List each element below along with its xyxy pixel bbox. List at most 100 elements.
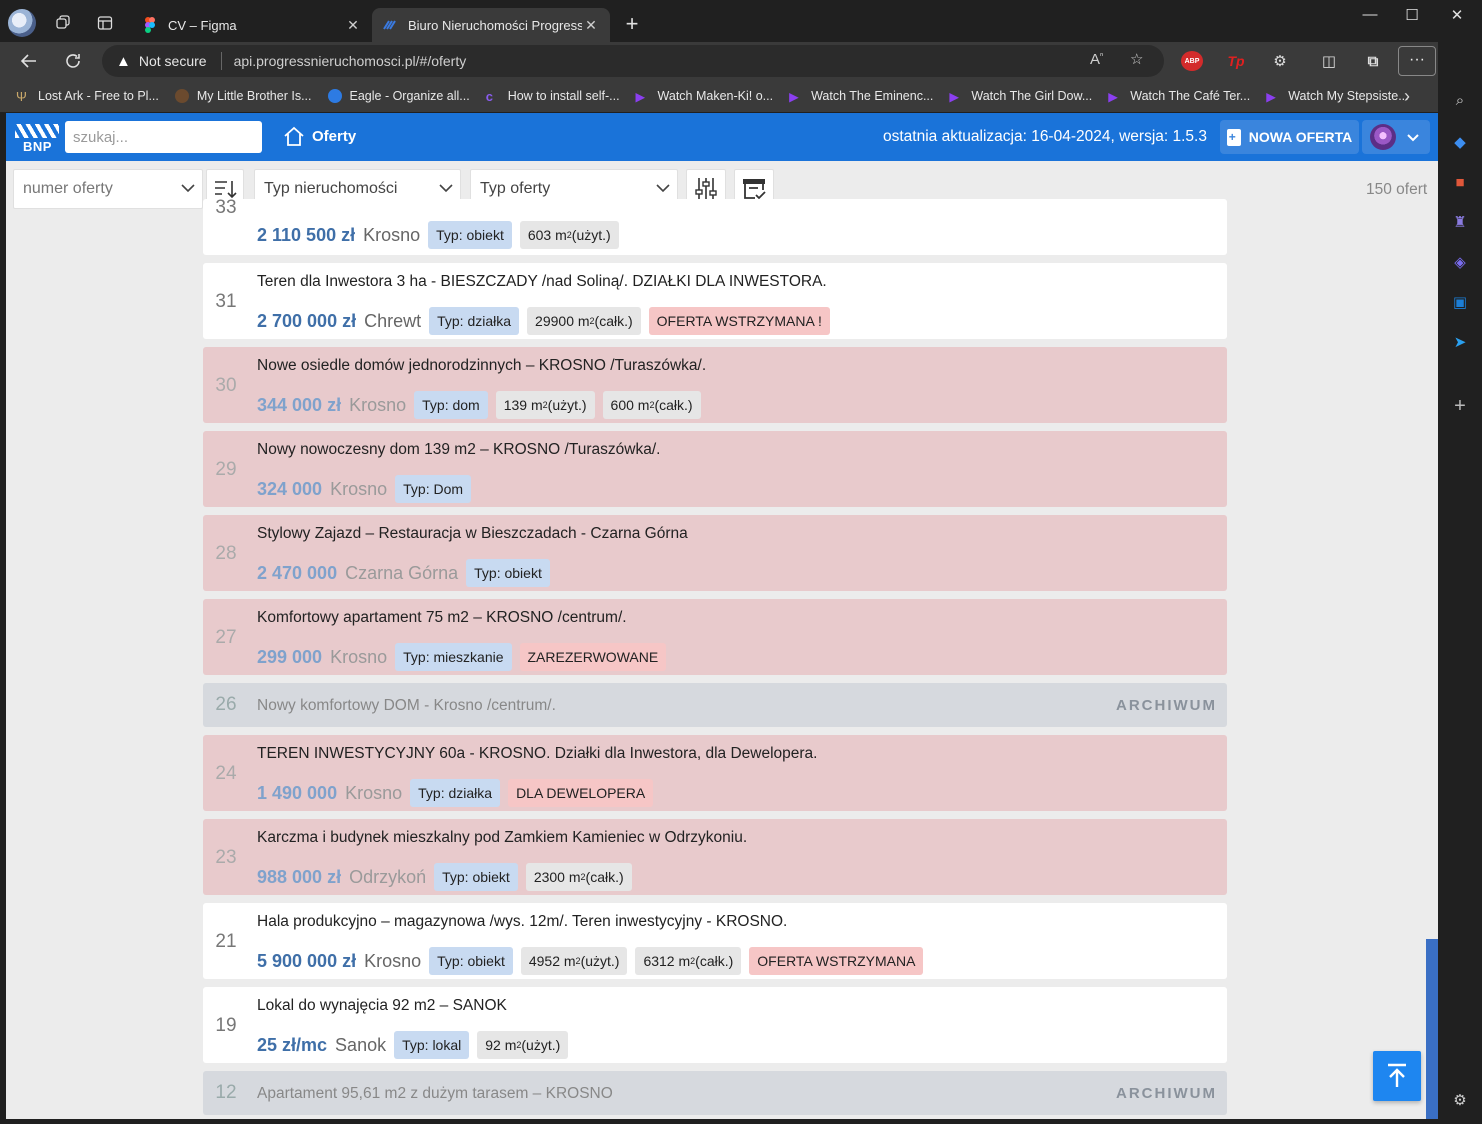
- offer-title[interactable]: Karczma i budynek mieszkalny pod Zamkiem…: [257, 829, 747, 847]
- offer-title[interactable]: TEREN INWESTYCYJNY 60a - KROSNO. Działki…: [257, 745, 817, 763]
- toolbox-icon[interactable]: ■: [1450, 172, 1470, 192]
- url-text[interactable]: api.progressnieruchomosci.pl/#/oferty: [234, 53, 467, 69]
- offer-title[interactable]: Stylowy Zajazd – Restauracja w Bieszczad…: [257, 525, 688, 543]
- search-input[interactable]: [65, 121, 262, 153]
- search-icon[interactable]: ⌕: [1450, 90, 1470, 110]
- offer-card[interactable]: 29 Nowy nowoczesny dom 139 m2 – KROSNO /…: [203, 431, 1227, 507]
- offer-meta: 299 000 Krosno Typ: mieszkanie ZAREZERWO…: [257, 643, 674, 671]
- offer-number-select[interactable]: numer oferty: [13, 169, 203, 209]
- status-badge: OFERTA WSTRZYMANA !: [648, 307, 830, 335]
- type-tag: Typ: Dom: [395, 475, 472, 503]
- settings-icon[interactable]: ⚙: [1450, 1090, 1470, 1110]
- close-window-icon[interactable]: ✕: [1434, 6, 1480, 24]
- offer-card-archived[interactable]: 26 Nowy komfortowy DOM - Krosno /centrum…: [203, 683, 1227, 727]
- minimize-icon[interactable]: —: [1347, 6, 1393, 23]
- offer-title[interactable]: Lokal do wynajęcia 92 m2 – SANOK: [257, 997, 507, 1015]
- more-icon[interactable]: ···: [1398, 46, 1436, 76]
- offer-card[interactable]: 30 Nowe osiedle domów jednorodzinnych – …: [203, 347, 1227, 423]
- workspaces-icon[interactable]: [50, 10, 76, 36]
- bookmark-item[interactable]: ▶ Watch Maken-Ki! o...: [635, 89, 774, 104]
- bookmark-item[interactable]: My Little Brother Is...: [174, 89, 312, 103]
- new-offer-button[interactable]: NOWA OFERTA: [1220, 120, 1359, 154]
- offer-title[interactable]: Nowy nowoczesny dom 139 m2 – KROSNO /Tur…: [257, 441, 660, 459]
- offer-price: 2 700 000 zł: [257, 310, 357, 331]
- profile-icon[interactable]: [8, 9, 36, 37]
- close-icon[interactable]: ✕: [582, 17, 600, 34]
- offer-card[interactable]: 19 Lokal do wynajęcia 92 m2 – SANOK 25 z…: [203, 987, 1227, 1063]
- offer-meta: 2 110 500 zł Krosno Typ: obiekt 603 m 2 (u…: [257, 221, 627, 249]
- play-icon: ▶: [1108, 90, 1118, 104]
- offer-title[interactable]: Teren dla Inwestora 3 ha - BIESZCZADY /n…: [257, 273, 827, 291]
- address-bar-row: ▲ Not secure api.progressnieruchomosci.p…: [0, 42, 1438, 80]
- offer-meta: 988 000 zł Odrzykoń Typ: obiekt 2300 m 2(…: [257, 863, 640, 891]
- offer-card[interactable]: 28 Stylowy Zajazd – Restauracja w Bieszc…: [203, 515, 1227, 591]
- play-icon: ▶: [635, 90, 646, 104]
- offer-title[interactable]: Apartament 95,61 m2 z dużym tarasem – KR…: [257, 1085, 613, 1103]
- send-icon[interactable]: ➤: [1450, 332, 1470, 352]
- tab-actions-icon[interactable]: [92, 10, 118, 36]
- offer-title[interactable]: Hala produkcyjno – magazynowa /wys. 12m/…: [257, 913, 787, 931]
- scrollbar-thumb[interactable]: [1426, 939, 1438, 1119]
- offer-card[interactable]: 31 Teren dla Inwestora 3 ha - BIESZCZADY…: [203, 263, 1227, 339]
- archive-label: ARCHIWUM: [1116, 697, 1217, 714]
- offer-card[interactable]: 23 Karczma i budynek mieszkalny pod Zamk…: [203, 819, 1227, 895]
- adblock-icon[interactable]: ABP: [1181, 51, 1203, 71]
- offer-card-archived[interactable]: 12 Apartament 95,61 m2 z dużym tarasem –…: [203, 1071, 1227, 1115]
- bookmark-item[interactable]: ▶ Watch The Eminenc...: [789, 89, 933, 104]
- close-icon[interactable]: ✕: [344, 17, 362, 34]
- bookmark-item[interactable]: Eagle - Organize all...: [327, 89, 470, 103]
- copilot-sidebar-icon[interactable]: ◈: [1450, 252, 1470, 272]
- tab-figma[interactable]: CV – Figma ✕: [132, 8, 372, 42]
- star-icon[interactable]: ☆: [1130, 50, 1143, 68]
- refresh-icon[interactable]: [59, 48, 87, 74]
- offer-city: Krosno: [330, 478, 388, 499]
- type-tag: Typ: obiekt: [466, 559, 550, 587]
- offer-card[interactable]: 21 Hala produkcyjno – magazynowa /wys. 1…: [203, 903, 1227, 979]
- bnp-logo[interactable]: BNP: [13, 122, 61, 154]
- bookmark-item[interactable]: Ψ Lost Ark - Free to Pl...: [16, 89, 159, 104]
- scroll-to-top-button[interactable]: [1373, 1051, 1421, 1101]
- edge-sidebar: ⌕ ◆ ■ ♜ ◈ ▣ ➤ + ⚙: [1438, 42, 1482, 1124]
- area-tag: 600 m 2 (całk.): [602, 391, 701, 419]
- user-menu-button[interactable]: [1362, 120, 1430, 154]
- back-icon[interactable]: [15, 48, 43, 74]
- bookmark-item[interactable]: ▶ Watch The Girl Dow...: [949, 89, 1092, 104]
- offer-city: Krosno: [363, 224, 421, 245]
- offer-meta: 2 470 000 Czarna Górna Typ: obiekt: [257, 559, 558, 587]
- maximize-icon[interactable]: ☐: [1389, 6, 1435, 24]
- plus-icon[interactable]: +: [1450, 395, 1470, 417]
- type-tag: Typ: obiekt: [429, 947, 513, 975]
- read-aloud-icon[interactable]: Aⁿ: [1090, 50, 1103, 68]
- plus-icon[interactable]: +: [620, 12, 644, 36]
- offer-title[interactable]: Nowe osiedle domów jednorodzinnych – KRO…: [257, 357, 706, 375]
- bookmark-item[interactable]: c How to install self-...: [486, 89, 620, 104]
- offer-title[interactable]: Komfortowy apartament 75 m2 – KROSNO /ce…: [257, 609, 627, 627]
- bookmark-item[interactable]: ▶ Watch The Café Ter...: [1108, 89, 1250, 104]
- offer-card[interactable]: 24 TEREN INWESTYCYJNY 60a - KROSNO. Dzia…: [203, 735, 1227, 811]
- tag-icon[interactable]: ◆: [1450, 132, 1470, 152]
- offer-number: 30: [215, 375, 237, 396]
- offer-price: 324 000: [257, 478, 323, 499]
- area-tag: 4952 m 2 (użyt.): [520, 947, 628, 975]
- split-screen-icon[interactable]: ◫: [1318, 51, 1340, 71]
- chevron-right-icon[interactable]: ›: [1404, 86, 1410, 107]
- app-header: BNP Oferty ostatnia aktualizacja: 16-04-…: [6, 113, 1438, 161]
- games-icon[interactable]: ♜: [1450, 212, 1470, 232]
- eagle-icon: [327, 89, 342, 103]
- offer-title[interactable]: Nowy komfortowy DOM - Krosno /centrum/.: [257, 697, 556, 715]
- figma-icon: [145, 17, 155, 33]
- tp-extension-icon[interactable]: Tp: [1225, 51, 1247, 71]
- bookmark-item[interactable]: ▶ Watch My Stepsiste...: [1266, 89, 1408, 104]
- offer-city: Sanok: [335, 1034, 387, 1055]
- nav-oferty[interactable]: Oferty: [282, 125, 356, 147]
- offer-card[interactable]: 27 Komfortowy apartament 75 m2 – KROSNO …: [203, 599, 1227, 675]
- offer-meta: 344 000 zł Krosno Typ: dom 139 m 2 (użyt.)…: [257, 391, 709, 419]
- extensions-icon[interactable]: ⚙: [1269, 51, 1291, 71]
- offer-number: 21: [215, 931, 237, 952]
- address-bar[interactable]: ▲ Not secure api.progressnieruchomosci.p…: [102, 45, 1164, 77]
- tab-progress[interactable]: Biuro Nieruchomości Progress - B ✕: [372, 8, 610, 42]
- lost-ark-icon: Ψ: [16, 89, 27, 104]
- outlook-icon[interactable]: ▣: [1450, 292, 1470, 312]
- offer-card[interactable]: 33 2 110 500 zł Krosno Typ: obiekt 603 m…: [203, 197, 1227, 255]
- collections-icon[interactable]: ⧉: [1362, 51, 1384, 71]
